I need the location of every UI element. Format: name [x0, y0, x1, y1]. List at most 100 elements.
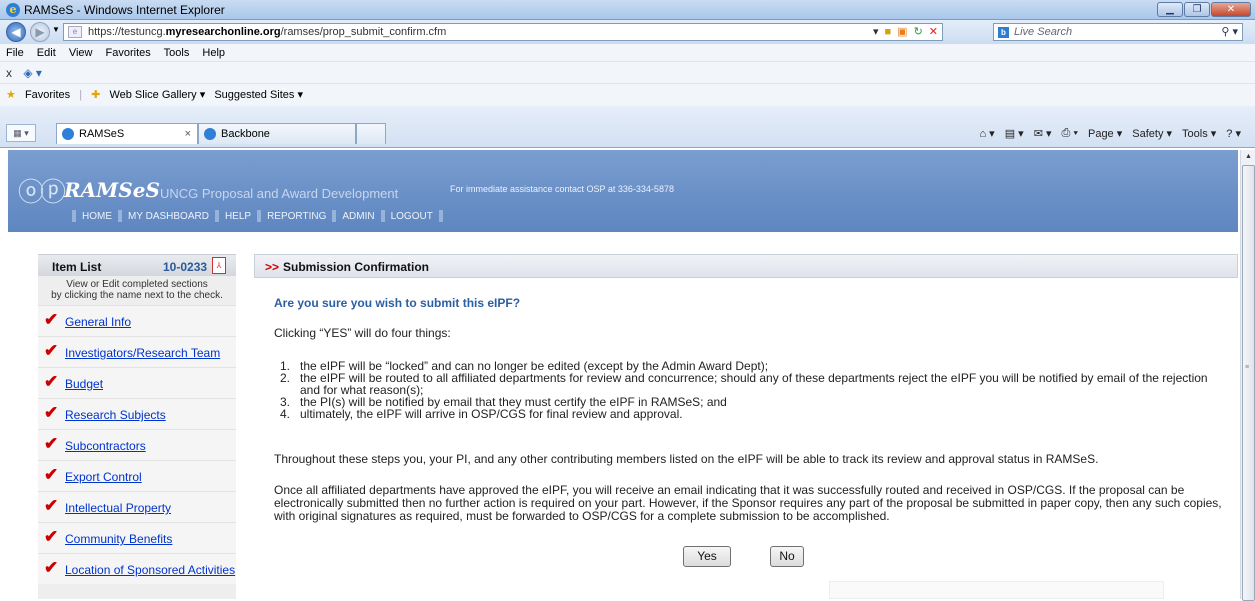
assistance-text: For immediate assistance contact OSP at …: [450, 184, 674, 194]
search-input[interactable]: b Live Search ⚲ ▾: [993, 23, 1243, 41]
sidebar-item-research-subjects: ✔ Research Subjects: [38, 398, 236, 429]
sidebar-link[interactable]: Investigators/Research Team: [65, 346, 220, 360]
tab-label: Backbone: [221, 128, 270, 140]
sidebar-item-general-info: ✔ General Info: [38, 305, 236, 336]
sidebar-title: Item List: [52, 260, 102, 274]
intro-text: Clicking “YES” will do four things:: [274, 326, 451, 340]
print-icon[interactable]: ⎙ ▾: [1062, 127, 1078, 140]
scroll-up-icon[interactable]: ▲: [1241, 150, 1255, 164]
check-icon: ✔: [44, 465, 59, 484]
nav-logout[interactable]: LOGOUT: [391, 211, 433, 222]
nav-home[interactable]: HOME: [82, 211, 112, 222]
menu-tools[interactable]: Tools: [164, 47, 190, 59]
check-icon: ✔: [44, 341, 59, 360]
sidebar-link[interactable]: Export Control: [65, 470, 142, 484]
sidebar-link[interactable]: Subcontractors: [65, 439, 146, 453]
menu-help[interactable]: Help: [202, 47, 225, 59]
refresh-icon[interactable]: ↻: [914, 24, 923, 40]
page-favicon-icon: e: [68, 26, 82, 38]
favorites-bar: ★ Favorites | ✚ Web Slice Gallery ▾ Sugg…: [0, 84, 1255, 106]
add-favorite-icon[interactable]: ✚: [91, 89, 100, 101]
site-logo[interactable]: RAMSeS: [64, 178, 160, 202]
close-icon[interactable]: ✕: [1211, 2, 1251, 17]
routing-paragraph: Once all affiliated departments have app…: [274, 483, 1222, 523]
sidebar-link[interactable]: Budget: [65, 377, 103, 391]
toolbar-close-icon[interactable]: x: [6, 66, 12, 80]
maximize-icon[interactable]: ❐: [1184, 2, 1210, 17]
tab-backbone[interactable]: Backbone: [198, 123, 356, 144]
scroll-thumb[interactable]: [1242, 165, 1255, 601]
site-subtitle: UNCG Proposal and Award Development: [160, 186, 399, 201]
search-icon[interactable]: ⚲ ▾: [1221, 24, 1238, 40]
item-list-sidebar: Item List 10-0233 ⅄ View or Edit complet…: [38, 254, 236, 599]
address-bar[interactable]: e https://testuncg.myresearchonline.org/…: [63, 23, 943, 41]
window-titlebar: e RAMSeS - Windows Internet Explorer ▁ ❐…: [0, 0, 1255, 20]
header-arrows: >>: [265, 260, 280, 274]
sidebar-link[interactable]: Intellectual Property: [65, 501, 171, 515]
menu-favorites[interactable]: Favorites: [106, 47, 151, 59]
home-icon[interactable]: ⌂ ▾: [979, 127, 994, 140]
stop-icon[interactable]: ✕: [929, 24, 938, 40]
nav-help[interactable]: HELP: [225, 211, 251, 222]
sidebar-item-intellectual-property: ✔ Intellectual Property: [38, 491, 236, 522]
menu-file[interactable]: File: [6, 47, 24, 59]
tools-menu[interactable]: Tools ▾: [1182, 127, 1216, 140]
tracking-paragraph: Throughout these steps you, your PI, and…: [274, 452, 1099, 466]
address-dropdown-icon[interactable]: ▾: [873, 24, 879, 40]
tab-favicon-icon: [62, 128, 74, 140]
nav-admin[interactable]: ADMIN: [342, 211, 374, 222]
submission-panel: >> Submission Confirmation Are you sure …: [254, 254, 1238, 599]
sidebar-item-investigators: ✔ Investigators/Research Team: [38, 336, 236, 367]
feeds-icon[interactable]: ▤ ▾: [1005, 127, 1024, 140]
sidebar-item-subcontractors: ✔ Subcontractors: [38, 429, 236, 460]
compat-view-icon[interactable]: ▣: [897, 24, 907, 40]
toolbar-addon-icon[interactable]: ◈ ▾: [23, 66, 42, 80]
sidebar-link[interactable]: Community Benefits: [65, 532, 172, 546]
yes-button[interactable]: Yes: [683, 546, 731, 567]
history-dropdown-icon[interactable]: ▼: [52, 25, 60, 34]
check-icon: ✔: [44, 558, 59, 577]
sidebar-link[interactable]: Research Subjects: [65, 408, 166, 422]
confirm-question: Are you sure you wish to submit this eIP…: [274, 296, 521, 310]
vertical-scrollbar[interactable]: ▲ ≡: [1240, 150, 1255, 601]
nav-dashboard[interactable]: MY DASHBOARD: [128, 211, 209, 222]
search-placeholder: Live Search: [1014, 26, 1073, 38]
scroll-grip-icon: ≡: [1245, 364, 1250, 371]
ramses-logo-icon: ⓞⓟ: [18, 178, 66, 208]
menu-bar: File Edit View Favorites Tools Help: [0, 44, 1255, 62]
safety-menu[interactable]: Safety ▾: [1132, 127, 1172, 140]
check-icon: ✔: [44, 403, 59, 422]
nav-reporting[interactable]: REPORTING: [267, 211, 326, 222]
web-page: ⓞⓟ RAMSeS UNCG Proposal and Award Develo…: [8, 150, 1238, 599]
minimize-icon[interactable]: ▁: [1157, 2, 1183, 17]
favorites-button[interactable]: Favorites: [25, 89, 70, 101]
tab-close-icon[interactable]: ×: [185, 124, 191, 144]
web-slice-gallery-link[interactable]: Web Slice Gallery ▾: [109, 89, 205, 101]
new-tab-button[interactable]: [356, 123, 386, 144]
sidebar-item-export-control: ✔ Export Control: [38, 460, 236, 491]
check-icon: ✔: [44, 527, 59, 546]
no-button[interactable]: No: [770, 546, 804, 567]
check-icon: ✔: [44, 310, 59, 329]
lock-icon[interactable]: ■: [885, 24, 892, 40]
suggested-sites-link[interactable]: Suggested Sites ▾: [214, 89, 303, 101]
quick-tabs-icon[interactable]: ▦ ▾: [6, 124, 36, 142]
sidebar-link[interactable]: Location of Sponsored Activities: [65, 563, 235, 577]
tab-ramses[interactable]: RAMSeS ×: [56, 123, 198, 144]
pdf-icon[interactable]: ⅄: [212, 257, 226, 274]
main-nav: HOME MY DASHBOARD HELP REPORTING ADMIN L…: [66, 210, 449, 222]
menu-view[interactable]: View: [69, 47, 93, 59]
tab-label: RAMSeS: [79, 128, 125, 140]
mail-icon[interactable]: ✉ ▾: [1034, 127, 1052, 140]
menu-edit[interactable]: Edit: [37, 47, 56, 59]
url-path: /ramses/prop_submit_confirm.cfm: [280, 26, 447, 38]
check-icon: ✔: [44, 372, 59, 391]
proposal-number: 10-0233: [163, 260, 208, 274]
help-icon[interactable]: ? ▾: [1226, 127, 1241, 140]
forward-icon[interactable]: ▶: [30, 22, 50, 42]
back-icon[interactable]: ◀: [6, 22, 26, 42]
sidebar-link[interactable]: General Info: [65, 315, 131, 329]
page-menu[interactable]: Page ▾: [1088, 127, 1122, 140]
tab-bar: ▦ ▾ RAMSeS × Backbone ⌂ ▾ ▤ ▾ ✉ ▾ ⎙ ▾ Pa…: [0, 106, 1255, 148]
sidebar-item-budget: ✔ Budget: [38, 367, 236, 398]
